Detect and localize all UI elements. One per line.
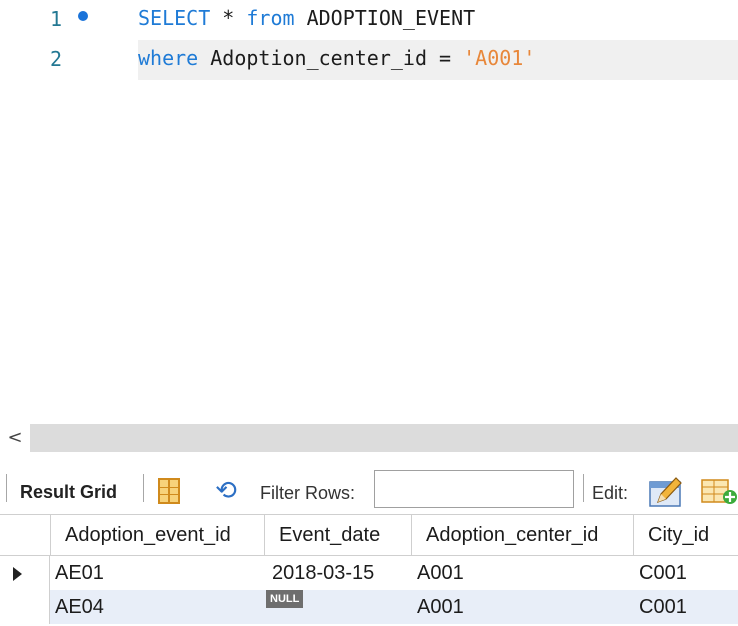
filter-rows-label: Filter Rows: xyxy=(260,483,356,503)
table-cell[interactable]: A001 xyxy=(417,556,464,590)
result-grid-tab[interactable]: Result Grid xyxy=(20,482,117,503)
form-grid-icon[interactable] xyxy=(158,478,180,504)
sql-text: ADOPTION_EVENT xyxy=(294,6,476,30)
code-text[interactable]: SELECT * from ADOPTION_EVENT xyxy=(138,6,475,30)
column-header[interactable]: Adoption_center_id xyxy=(411,515,633,555)
edit-pencil-icon[interactable] xyxy=(648,474,684,508)
table-cell[interactable]: C001 xyxy=(639,590,687,624)
current-row-arrow-icon xyxy=(13,567,22,581)
code-text[interactable]: where Adoption_center_id = 'A001' xyxy=(138,46,535,70)
line-number: 2 xyxy=(49,47,62,71)
add-row-icon[interactable] xyxy=(700,478,738,506)
table-cell[interactable]: AE04 xyxy=(55,590,104,624)
grid-header: Adoption_event_id Event_date Adoption_ce… xyxy=(0,514,738,556)
column-header[interactable]: Event_date xyxy=(264,515,411,555)
edit-label: Edit: xyxy=(592,483,629,503)
table-cell[interactable]: AE01 xyxy=(55,556,104,590)
toolbar-separator xyxy=(143,474,144,502)
sql-text: Adoption_center_id = xyxy=(198,46,464,70)
refresh-icon[interactable]: ⟲ xyxy=(208,476,244,506)
table-row[interactable]: AE04 NULL A001 C001 xyxy=(0,590,738,624)
horizontal-scrollbar[interactable]: < xyxy=(0,424,738,452)
code-line-1[interactable]: 1 SELECT * from ADOPTION_EVENT xyxy=(0,0,738,40)
column-header[interactable]: Adoption_event_id xyxy=(50,515,264,555)
table-cell[interactable]: 2018-03-15 xyxy=(272,556,374,590)
row-header[interactable] xyxy=(0,590,50,624)
table-row[interactable]: AE01 2018-03-15 A001 C001 xyxy=(0,556,738,590)
toolbar-separator xyxy=(6,474,7,502)
filter-rows-input[interactable] xyxy=(374,470,574,508)
row-header[interactable] xyxy=(0,556,50,590)
table-cell[interactable]: A001 xyxy=(417,590,464,624)
code-line-2[interactable]: 2 where Adoption_center_id = 'A001' xyxy=(0,40,738,80)
sql-text: * xyxy=(210,6,247,30)
scroll-left-button[interactable]: < xyxy=(0,424,30,452)
sql-string: 'A001' xyxy=(463,46,536,70)
result-grid[interactable]: Adoption_event_id Event_date Adoption_ce… xyxy=(0,514,738,626)
sql-keyword: from xyxy=(246,6,295,30)
sql-keyword: where xyxy=(138,46,199,70)
table-cell[interactable]: C001 xyxy=(639,556,687,590)
statement-marker-icon xyxy=(78,11,88,21)
line-number: 1 xyxy=(49,7,62,31)
toolbar-separator xyxy=(583,474,584,502)
sql-editor[interactable]: 1 SELECT * from ADOPTION_EVENT 2 where A… xyxy=(0,0,738,424)
null-value-badge[interactable]: NULL xyxy=(266,590,304,608)
column-header[interactable]: City_id xyxy=(633,515,738,555)
results-toolbar: Result Grid ⟲ Filter Rows: Edit: xyxy=(0,452,738,514)
sql-keyword: SELECT xyxy=(138,6,211,30)
